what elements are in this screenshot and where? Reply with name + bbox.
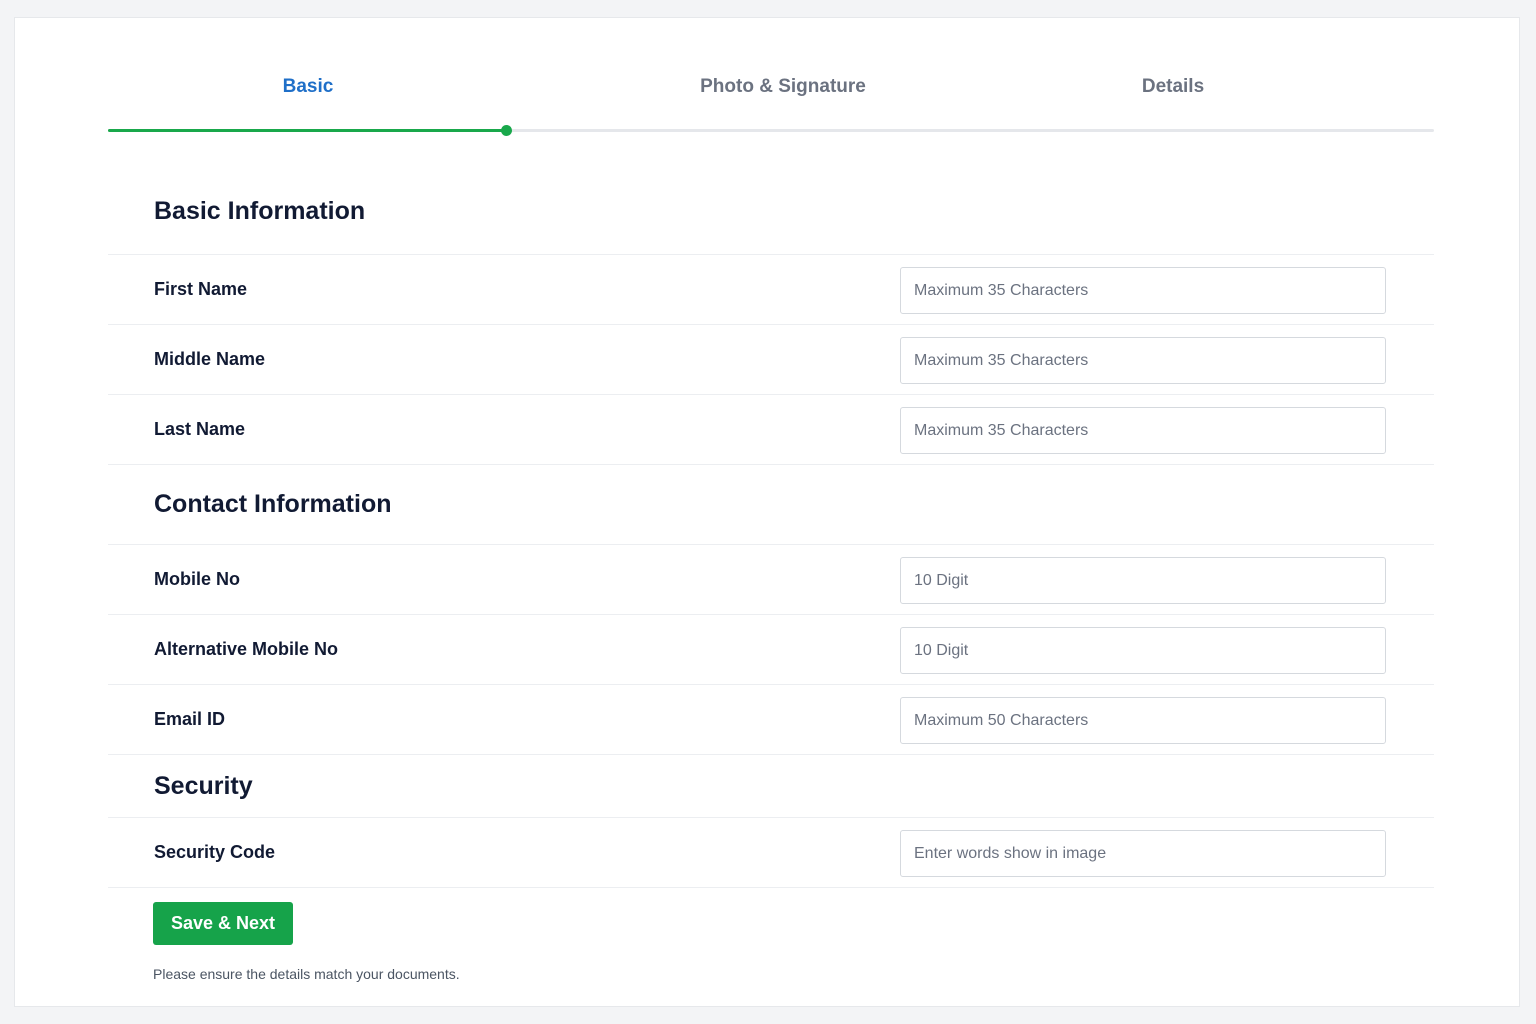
registration-form: Basic Information First Name Middle Name…: [108, 168, 1434, 982]
form-card: Basic Photo & Signature Details Basic In…: [14, 17, 1520, 1007]
email-id-input[interactable]: [900, 697, 1386, 744]
form-actions: Save & Next: [108, 888, 1434, 945]
field-row-mobile-no: Mobile No: [108, 545, 1434, 615]
field-label-mobile-no: Mobile No: [154, 569, 240, 589]
field-label-alternative-mobile-no: Alternative Mobile No: [154, 639, 339, 659]
tab-photo-signature[interactable]: Photo & Signature: [633, 76, 933, 102]
step-progress-fill: [108, 129, 506, 132]
field-row-first-name: First Name: [108, 255, 1434, 325]
save-next-button[interactable]: Save & Next: [153, 902, 294, 945]
step-progress-track: [108, 125, 1434, 136]
section-contact-information: Contact Information: [108, 465, 1434, 545]
field-label-middle-name: Middle Name: [154, 349, 266, 369]
section-title-basic: Basic Information: [154, 196, 366, 225]
section-title-contact: Contact Information: [154, 490, 392, 518]
field-label-last-name: Last Name: [154, 419, 246, 439]
field-label-security-code: Security Code: [154, 842, 276, 862]
security-code-input[interactable]: [900, 830, 1386, 877]
field-row-email-id: Email ID: [108, 685, 1434, 755]
tab-details[interactable]: Details: [1073, 76, 1273, 102]
step-tabs: Basic Photo & Signature Details: [108, 66, 1434, 118]
section-security: Security: [108, 755, 1434, 818]
tab-basic[interactable]: Basic: [208, 76, 408, 102]
field-row-last-name: Last Name: [108, 395, 1434, 465]
section-basic-information: Basic Information: [108, 168, 1434, 255]
step-progress-dot: [500, 125, 512, 136]
alternative-mobile-no-input[interactable]: [900, 627, 1386, 674]
field-row-middle-name: Middle Name: [108, 325, 1434, 395]
first-name-input[interactable]: [900, 267, 1386, 314]
field-row-security-code: Security Code: [108, 818, 1434, 888]
last-name-input[interactable]: [900, 407, 1386, 454]
mobile-no-input[interactable]: [900, 557, 1386, 604]
form-note: Please ensure the details match your doc…: [153, 966, 460, 982]
field-label-email-id: Email ID: [154, 709, 226, 729]
field-row-alternative-mobile-no: Alternative Mobile No: [108, 615, 1434, 685]
section-title-security: Security: [154, 771, 253, 800]
field-label-first-name: First Name: [154, 279, 248, 299]
middle-name-input[interactable]: [900, 337, 1386, 384]
